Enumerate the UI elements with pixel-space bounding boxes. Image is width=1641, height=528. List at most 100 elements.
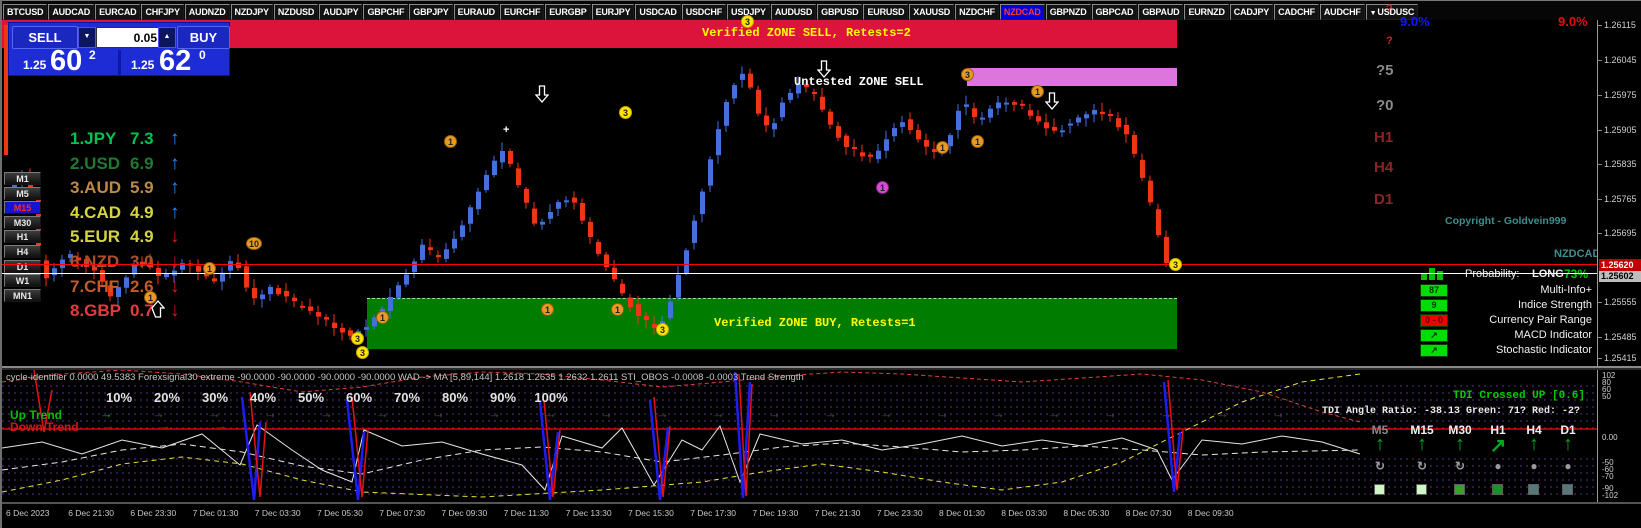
symbol-tab-audcad[interactable]: AUDCAD bbox=[48, 4, 95, 20]
symbol-tab-eurnzd[interactable]: EURNZD bbox=[1184, 4, 1229, 20]
symbol-tab-euraud[interactable]: EURAUD bbox=[453, 4, 499, 20]
symbol-tab-chfjpy[interactable]: CHFJPY bbox=[141, 4, 184, 20]
tdi-angle-label: TDI Angle Ratio: -38.13 Green: 71? Red: … bbox=[1322, 406, 1581, 417]
price-tick-label: 1.25555 bbox=[1604, 297, 1637, 307]
symbol-tab-nzdjpy[interactable]: NZDJPY bbox=[230, 4, 273, 20]
trend-arrow-icon: → bbox=[600, 406, 613, 421]
symbol-tab-nzdcad[interactable]: NZDCAD bbox=[999, 4, 1045, 20]
strength-down-arrow-icon: ↓ bbox=[170, 300, 180, 322]
timeframe-button-m30[interactable]: M30 bbox=[4, 215, 41, 229]
trend-arrow-icon: → bbox=[376, 406, 389, 421]
time-axis-label: 7 Dec 07:30 bbox=[379, 508, 426, 518]
symbol-tab-eurchf[interactable]: EURCHF bbox=[499, 4, 545, 20]
timeframe-button-h1[interactable]: H1 bbox=[4, 230, 41, 244]
strength-currency: 7.CHF bbox=[70, 276, 120, 296]
symbol-tab-audnzd[interactable]: AUDNZD bbox=[184, 4, 230, 20]
indicator-scale[interactable]: 102 80 60 50 0.00 -50 -60 -70 -90 -102 bbox=[1597, 370, 1641, 502]
sell-price-small: 1.25 bbox=[23, 58, 47, 72]
symbol-tab-gbpchf[interactable]: GBPCHF bbox=[363, 4, 409, 20]
trend-arrow-icon: → bbox=[880, 406, 893, 421]
symbol-tab-gbpaud[interactable]: GBPAUD bbox=[1138, 4, 1184, 20]
timeframe-button-m15[interactable]: M15 bbox=[4, 201, 41, 215]
timeframe-button-m1[interactable]: M1 bbox=[4, 172, 41, 185]
indicator-tick-label: -70 bbox=[1602, 472, 1614, 481]
symbol-tab-gbpusd[interactable]: GBPUSD bbox=[817, 4, 863, 20]
symbol-tab-btcusd[interactable]: BTCUSD bbox=[3, 4, 48, 20]
symbol-tab-nzdusd[interactable]: NZDUSD bbox=[273, 4, 319, 20]
symbol-tab-gbpcad[interactable]: GBPCAD bbox=[1091, 4, 1138, 20]
time-axis-label: 7 Dec 01:30 bbox=[192, 508, 239, 518]
price-tick-label: 1.25765 bbox=[1604, 194, 1637, 204]
trend-strength-percent: 50% bbox=[297, 390, 325, 405]
symbol-watermark: NZDCAD bbox=[1554, 248, 1601, 260]
strength-row-chf: 7.CHF 2.6 ↓ bbox=[70, 276, 180, 298]
symbol-tab-eurcad[interactable]: EURCAD bbox=[95, 4, 141, 20]
mtf-arrow-icon: ↑ bbox=[1455, 433, 1465, 455]
sell-price-big: 60 bbox=[50, 45, 83, 77]
price-scale[interactable]: 1.25620 1.25602 1.26115 1.26045 1.25975 1.2… bbox=[1597, 20, 1641, 366]
signal-marker-orange: 1 bbox=[376, 311, 389, 324]
trend-arrow-icon: → bbox=[1048, 406, 1061, 421]
trend-arrow-icon: → bbox=[936, 406, 949, 421]
strength-row-nzd: 6.NZD 3.0 ↓ bbox=[70, 251, 180, 273]
symbol-tab-eurjpy[interactable]: EURJPY bbox=[591, 4, 635, 20]
signal-marker-orange: 1 bbox=[1031, 85, 1044, 98]
symbol-tab-audjpy[interactable]: AUDJPY bbox=[319, 4, 363, 20]
mtf-status-square bbox=[1416, 484, 1427, 495]
symbol-tab-xauusd[interactable]: XAUUSD bbox=[909, 4, 955, 20]
hollow-down-arrow-icon bbox=[817, 60, 831, 78]
volume-input[interactable] bbox=[96, 27, 161, 48]
trend-arrow-icon: → bbox=[656, 406, 669, 421]
strength-value: 3.0 bbox=[130, 252, 154, 271]
sell-price-sup: 2 bbox=[89, 48, 96, 62]
symbol-tab-audusd[interactable]: AUDUSD bbox=[770, 4, 817, 20]
tf-m5-label: ?5 bbox=[1376, 62, 1394, 79]
timeframe-button-d1[interactable]: D1 bbox=[4, 259, 41, 273]
symbol-tab-gbpjpy[interactable]: GBPJPY bbox=[409, 4, 453, 20]
mtf-arrow-icon: ↑ bbox=[1417, 433, 1427, 455]
mtf-cycle-icon: ● bbox=[1494, 459, 1502, 473]
signal-marker-yellow: 3 bbox=[1169, 258, 1182, 271]
symbol-tab-cadchf[interactable]: CADCHF bbox=[1274, 4, 1319, 20]
time-axis-label: 7 Dec 11:30 bbox=[503, 508, 549, 518]
time-axis[interactable]: 6 Dec 2023 6 Dec 21:30 6 Dec 23:30 7 Dec 01… bbox=[2, 504, 1641, 528]
timeframe-button-mn1[interactable]: MN1 bbox=[4, 288, 41, 302]
time-axis-label: 7 Dec 03:30 bbox=[254, 508, 301, 518]
down-trend-arrow-icon: → bbox=[102, 418, 115, 433]
mtf-status-square bbox=[1562, 484, 1573, 495]
buy-price-sup: 0 bbox=[199, 48, 206, 62]
price-tick-dash bbox=[1598, 233, 1602, 234]
symbol-tab-eurusd[interactable]: EURUSD bbox=[863, 4, 909, 20]
timeframe-button-m5[interactable]: M5 bbox=[4, 186, 41, 200]
signal-marker-yellow: 3 bbox=[619, 106, 632, 119]
question-mark-1: ? bbox=[1386, 3, 1393, 15]
symbol-tab-nzdchf[interactable]: NZDCHF bbox=[955, 4, 999, 20]
timeframe-button-w1[interactable]: W1 bbox=[4, 274, 41, 288]
symbol-tab-gbpnzd[interactable]: GBPNZD bbox=[1045, 4, 1091, 20]
time-axis-label: 6 Dec 23:30 bbox=[130, 508, 177, 518]
strength-value: 5.9 bbox=[130, 178, 154, 198]
strength-currency: 6.NZD bbox=[70, 252, 120, 271]
trend-strength-percent: 90% bbox=[489, 390, 517, 405]
signal-marker-yellow: 3 bbox=[656, 323, 669, 336]
timeframe-button-h4[interactable]: H4 bbox=[4, 245, 41, 258]
price-tick-dash bbox=[1598, 95, 1602, 96]
time-axis-label: 8 Dec 09:30 bbox=[1187, 508, 1234, 518]
strength-value: 6.9 bbox=[130, 153, 154, 173]
symbol-tab-eurgbp[interactable]: EURGBP bbox=[545, 4, 591, 20]
price-tick-label: 1.26045 bbox=[1604, 55, 1637, 65]
symbol-tab-usdcad[interactable]: USDCAD bbox=[635, 4, 681, 20]
strength-row-usd: 2.USD 6.9 ↑ bbox=[70, 153, 180, 175]
mtf-cycle-icon: ● bbox=[1530, 459, 1538, 473]
symbol-tab-audchf[interactable]: AUDCHF bbox=[1319, 4, 1365, 20]
tf-h4-label: H4 bbox=[1374, 159, 1394, 176]
strength-row-aud: 3.AUD 5.9 ↑ bbox=[70, 177, 180, 199]
symbol-tab-cadjpy[interactable]: CADJPY bbox=[1229, 4, 1274, 20]
copyright-label: Copyright - Goldvein999 bbox=[1445, 215, 1567, 227]
symbol-tab-usdchf[interactable]: USDCHF bbox=[681, 4, 727, 20]
trend-strength-percent: 40% bbox=[249, 390, 277, 405]
price-tick-dash bbox=[1598, 130, 1602, 131]
mtf-status-square bbox=[1374, 484, 1385, 495]
price-tick-dash bbox=[1598, 60, 1602, 61]
buy-zone-label: Verified ZONE BUY, Retests=1 bbox=[714, 316, 916, 330]
